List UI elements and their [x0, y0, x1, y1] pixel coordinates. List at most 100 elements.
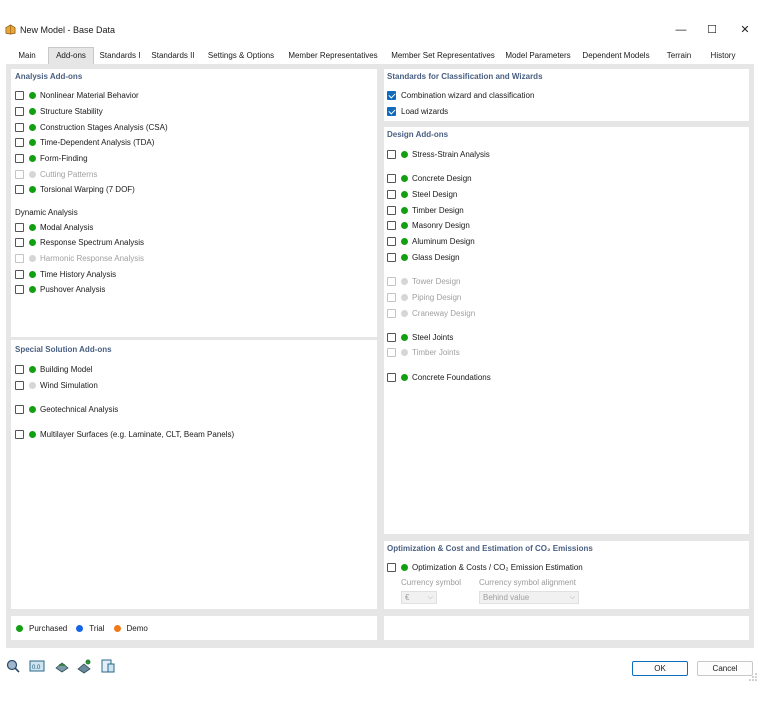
checkbox[interactable] — [15, 222, 24, 232]
option-multilayer-surfaces[interactable]: Multilayer Surfaces (e.g. Laminate, CLT,… — [15, 428, 234, 440]
optimization-title: Optimization & Cost and Estimation of CO… — [387, 544, 593, 553]
option-combination-wizard[interactable]: Combination wizard and classification — [387, 89, 534, 101]
option-steel-design[interactable]: Steel Design — [387, 188, 457, 200]
checkbox[interactable] — [387, 252, 396, 262]
option-wind-simulation[interactable]: Wind Simulation — [15, 379, 98, 391]
status-dot — [401, 190, 408, 198]
status-dot — [29, 107, 36, 115]
option-load-wizards[interactable]: Load wizards — [387, 105, 448, 117]
optimization-panel: Optimization & Cost and Estimation of CO… — [384, 541, 749, 609]
option-concrete-design[interactable]: Concrete Design — [387, 172, 472, 184]
checkbox[interactable] — [15, 364, 24, 374]
checkbox[interactable] — [387, 236, 396, 246]
dynamic-analysis-title: Dynamic Analysis — [15, 208, 78, 217]
tab-settings-options[interactable]: Settings & Options — [202, 48, 280, 64]
model-info-icon[interactable] — [100, 658, 116, 674]
tab-standards-i[interactable]: Standards I — [96, 48, 144, 64]
legend-purchased-dot — [16, 624, 23, 632]
option-concrete-foundations[interactable]: Concrete Foundations — [387, 371, 491, 383]
option-label: Cutting Patterns — [40, 169, 98, 179]
checkbox[interactable] — [15, 184, 24, 194]
checkbox-checked[interactable] — [387, 106, 396, 116]
tab-bar: Main Add-ons Standards I Standards II Se… — [6, 47, 754, 64]
option-modal-analysis[interactable]: Modal Analysis — [15, 221, 93, 233]
resize-grip-icon[interactable] — [748, 672, 758, 682]
currency-alignment-label: Currency symbol alignment — [479, 578, 576, 587]
checkbox[interactable] — [387, 149, 396, 159]
units-icon[interactable]: 0.0 — [29, 658, 45, 674]
option-construction-stages-analysis[interactable]: Construction Stages Analysis (CSA) — [15, 121, 168, 133]
option-masonry-design[interactable]: Masonry Design — [387, 219, 470, 231]
checkbox[interactable] — [15, 153, 24, 163]
maximize-button[interactable]: ☐ — [702, 21, 722, 39]
close-button[interactable]: ✕ — [735, 21, 755, 39]
checkbox[interactable] — [387, 562, 396, 572]
status-dot — [29, 91, 36, 99]
standards-panel: Standards for Classification and Wizards… — [384, 69, 749, 121]
checkbox[interactable] — [15, 380, 24, 390]
checkbox[interactable] — [15, 429, 24, 439]
checkbox[interactable] — [387, 205, 396, 215]
option-building-model[interactable]: Building Model — [15, 363, 92, 375]
status-dot — [29, 170, 36, 178]
status-dot — [401, 293, 408, 301]
checkbox[interactable] — [15, 90, 24, 100]
option-steel-joints[interactable]: Steel Joints — [387, 331, 453, 343]
status-dot — [29, 365, 36, 373]
status-dot — [29, 285, 36, 293]
option-timber-design[interactable]: Timber Design — [387, 204, 464, 216]
option-label: Pushover Analysis — [40, 284, 106, 294]
checkbox[interactable] — [387, 372, 396, 382]
option-stress-strain-analysis[interactable]: Stress-Strain Analysis — [387, 148, 490, 160]
status-dot — [401, 309, 408, 317]
checkbox — [15, 169, 24, 179]
tab-model-parameters[interactable]: Model Parameters — [502, 48, 574, 64]
option-label: Modal Analysis — [40, 222, 94, 232]
tab-member-set-representatives[interactable]: Member Set Representatives — [386, 48, 500, 64]
option-time-dependent-analysis[interactable]: Time-Dependent Analysis (TDA) — [15, 136, 154, 148]
tab-terrain[interactable]: Terrain — [658, 48, 700, 64]
checkbox-checked[interactable] — [387, 90, 396, 100]
cancel-button[interactable]: Cancel — [697, 661, 753, 676]
checkbox[interactable] — [387, 220, 396, 230]
status-dot — [401, 277, 408, 285]
option-torsional-warping[interactable]: Torsional Warping (7 DOF) — [15, 183, 135, 195]
checkbox[interactable] — [15, 269, 24, 279]
checkbox[interactable] — [15, 122, 24, 132]
option-cutting-patterns: Cutting Patterns — [15, 168, 97, 180]
minimize-button[interactable]: — — [671, 21, 691, 39]
option-aluminum-design[interactable]: Aluminum Design — [387, 235, 475, 247]
option-label: Time History Analysis — [40, 269, 117, 279]
model-settings-icon[interactable] — [76, 658, 92, 674]
checkbox[interactable] — [15, 237, 24, 247]
tab-dependent-models[interactable]: Dependent Models — [577, 48, 655, 64]
tab-history[interactable]: History — [704, 48, 742, 64]
option-response-spectrum-analysis[interactable]: Response Spectrum Analysis — [15, 236, 144, 248]
tab-standards-ii[interactable]: Standards II — [147, 48, 199, 64]
search-zoom-icon[interactable] — [5, 658, 21, 674]
checkbox[interactable] — [387, 189, 396, 199]
option-geotechnical-analysis[interactable]: Geotechnical Analysis — [15, 403, 118, 415]
option-form-finding[interactable]: Form-Finding — [15, 152, 88, 164]
legend-demo-label: Demo — [126, 623, 148, 633]
checkbox[interactable] — [15, 137, 24, 147]
option-optimization-costs[interactable]: Optimization & Costs / CO₂ Emission Esti… — [387, 561, 583, 573]
checkbox[interactable] — [15, 284, 24, 294]
option-pushover-analysis[interactable]: Pushover Analysis — [15, 283, 105, 295]
checkbox[interactable] — [387, 173, 396, 183]
option-nonlinear-material-behavior[interactable]: Nonlinear Material Behavior — [15, 89, 139, 101]
ok-button[interactable]: OK — [632, 661, 688, 676]
option-label: Timber Design — [412, 205, 464, 215]
status-dot — [401, 373, 408, 381]
option-structure-stability[interactable]: Structure Stability — [15, 105, 103, 117]
checkbox[interactable] — [15, 404, 24, 414]
option-glass-design[interactable]: Glass Design — [387, 251, 460, 263]
checkbox[interactable] — [387, 332, 396, 342]
tab-main[interactable]: Main — [8, 48, 46, 64]
option-time-history-analysis[interactable]: Time History Analysis — [15, 268, 116, 280]
tab-add-ons[interactable]: Add-ons — [48, 47, 94, 64]
option-label: Building Model — [40, 364, 93, 374]
checkbox[interactable] — [15, 106, 24, 116]
model-import-icon[interactable] — [54, 658, 70, 674]
tab-member-representatives[interactable]: Member Representatives — [284, 48, 382, 64]
